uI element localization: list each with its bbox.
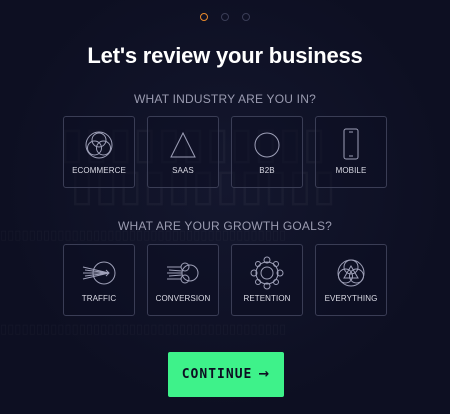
goal-options: TRAFFIC CONVERSION RETENTION EVERYTHING: [63, 244, 387, 316]
option-traffic[interactable]: TRAFFIC: [63, 244, 135, 316]
option-conversion[interactable]: CONVERSION: [147, 244, 219, 316]
b2b-circle-icon: [247, 127, 287, 163]
ecommerce-icon: [79, 127, 119, 163]
progress-dot-active[interactable]: [200, 13, 208, 21]
industry-question: WHAT INDUSTRY ARE YOU IN?: [134, 92, 316, 106]
option-b2b[interactable]: B2B: [231, 116, 303, 188]
option-label: CONVERSION: [155, 294, 211, 303]
option-label: TRAFFIC: [81, 294, 117, 303]
onboarding-page: ▯▯▯▯▯▯▯▯▯▯▯ ▯▯▯▯▯▯▯▯▯▯▯ ▯▯▯▯▯▯▯▯▯▯▯▯▯▯▯▯…: [0, 0, 450, 414]
option-label: MOBILE: [335, 166, 367, 175]
progress-dots: [0, 13, 450, 21]
option-saas[interactable]: SAAS: [147, 116, 219, 188]
option-label: RETENTION: [243, 294, 291, 303]
continue-button[interactable]: CONTINUE →: [168, 352, 284, 397]
saas-triangle-icon: [163, 127, 203, 163]
option-label: B2B: [259, 166, 275, 175]
traffic-icon: [79, 255, 119, 291]
progress-dot[interactable]: [221, 13, 229, 21]
page-title: Let's review your business: [87, 43, 363, 68]
option-label: SAAS: [172, 166, 194, 175]
option-everything[interactable]: EVERYTHING: [315, 244, 387, 316]
option-ecommerce[interactable]: ECOMMERCE: [63, 116, 135, 188]
retention-icon: [247, 255, 287, 291]
conversion-icon: [163, 255, 203, 291]
option-mobile[interactable]: MOBILE: [315, 116, 387, 188]
continue-label: CONTINUE: [181, 367, 253, 382]
option-label: EVERYTHING: [324, 294, 378, 303]
arrow-right-icon: →: [258, 367, 271, 382]
goals-question: WHAT ARE YOUR GROWTH GOALS?: [117, 219, 333, 233]
everything-icon: [331, 255, 371, 291]
industry-options: ECOMMERCE SAAS B2B MOBILE: [63, 116, 387, 188]
background-decoration: ▯▯▯▯▯▯▯▯▯▯▯▯▯▯▯▯▯▯▯▯▯▯▯▯▯▯▯▯▯▯▯▯▯▯▯▯▯▯▯▯: [0, 322, 450, 337]
option-retention[interactable]: RETENTION: [231, 244, 303, 316]
option-label: ECOMMERCE: [72, 166, 126, 175]
mobile-phone-icon: [331, 127, 371, 163]
progress-dot[interactable]: [242, 13, 250, 21]
